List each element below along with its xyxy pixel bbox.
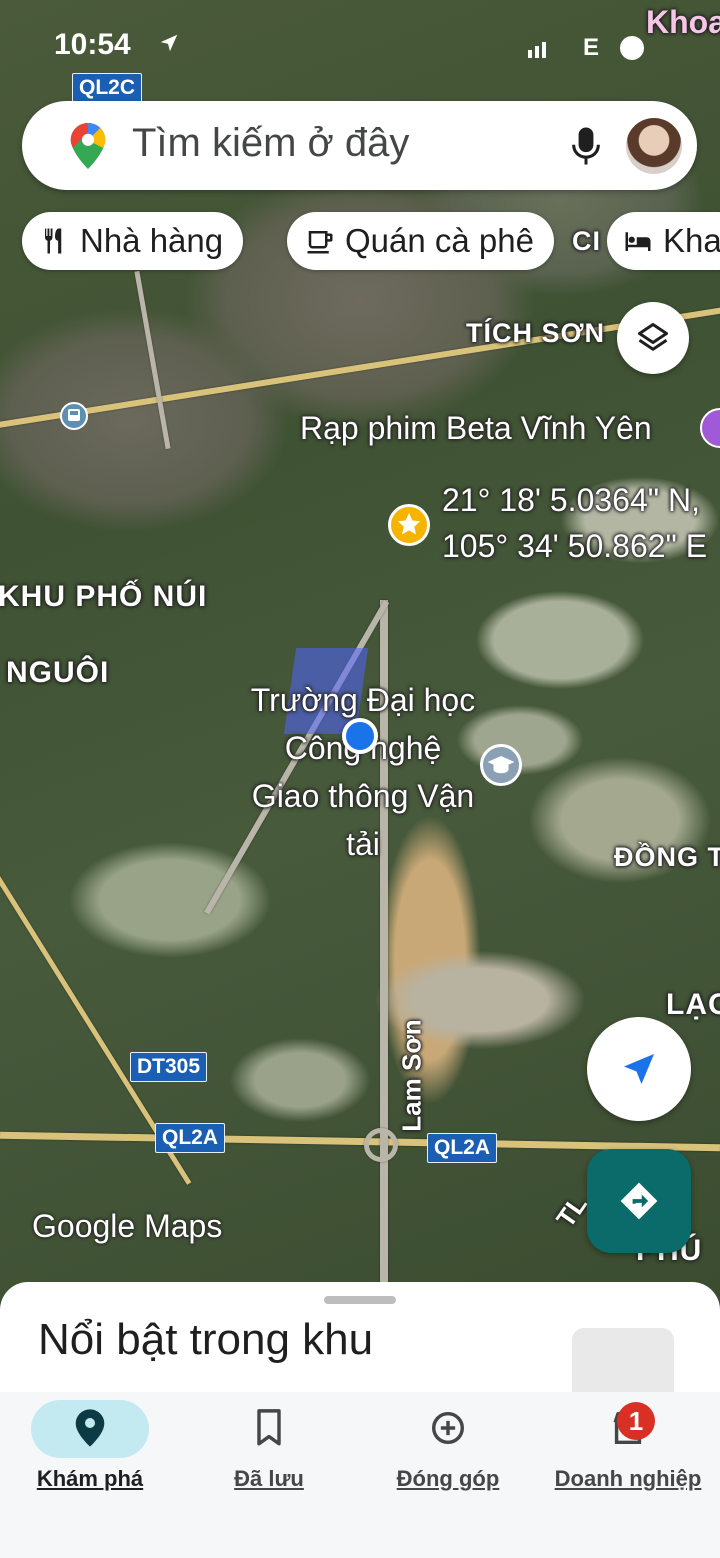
location-arrow-icon (160, 34, 178, 52)
fork-knife-icon (45, 228, 62, 254)
chip-restaurants[interactable]: Nhà hàng (22, 212, 244, 270)
nav-explore[interactable]: Khám phá (0, 1392, 180, 1512)
area-label-nguoi: NGUÔI (6, 656, 110, 689)
area-label-dong: ĐỒNG T (614, 842, 720, 872)
layers-icon (638, 323, 668, 351)
area-label-khu-pho-nui: KHU PHỐ NÚI (0, 580, 208, 613)
road-shield-dt305: DT305 (130, 1052, 208, 1082)
search-bar[interactable]: Tìm kiếm ở đây (22, 101, 697, 190)
road-shield-ql2a-east: QL2A (427, 1133, 498, 1163)
poi-label-cinema[interactable]: Rạp phim Beta Vĩnh Yên (300, 410, 652, 447)
roundabout (364, 1128, 398, 1162)
status-bar: 10:54 E (0, 28, 720, 70)
coffee-cup-icon (307, 231, 333, 254)
bottom-navigation: Khám phá Đã lưu Đóng góp Doanh nghiệp (0, 1392, 720, 1558)
nav-contribute-label: Đóng góp (396, 1466, 500, 1491)
sheet-drag-handle[interactable] (324, 1296, 396, 1304)
bed-icon (625, 232, 651, 251)
bookmark-icon (257, 1409, 281, 1446)
chip-hotels[interactable]: Kha (607, 212, 720, 270)
university-poi-icon[interactable] (480, 744, 522, 786)
road-north (134, 270, 171, 450)
add-circle-icon (432, 1412, 464, 1444)
sheet-title: Nổi bật trong khu vực (38, 1315, 374, 1402)
bus-stop-icon[interactable] (60, 402, 88, 430)
area-label-tich-son: TÍCH SƠN (466, 318, 606, 348)
my-location-dot (342, 718, 378, 754)
chip-restaurants-label: Nhà hàng (80, 222, 224, 259)
area-label-lac: LẠC (666, 988, 720, 1021)
signal-bars-icon (528, 40, 549, 58)
road-shield-ql2a-west: QL2A (155, 1123, 226, 1153)
search-input[interactable]: Tìm kiếm ở đây (132, 121, 409, 166)
microphone-icon[interactable] (571, 125, 601, 167)
bottom-sheet[interactable]: Nổi bật trong khu vực (0, 1282, 720, 1402)
layers-button[interactable] (617, 302, 689, 374)
poi-label-university[interactable]: Trường Đại học Công nghệ Giao thông Vận … (248, 676, 478, 868)
dropped-pin-star-icon[interactable] (388, 504, 430, 546)
dropped-pin-latitude: 21° 18' 5.0364" N, (442, 482, 700, 518)
nav-business-label: Doanh nghiệp (554, 1466, 702, 1491)
nav-explore-label: Khám phá (36, 1466, 144, 1491)
directions-icon (620, 1182, 658, 1220)
my-location-button[interactable] (587, 1017, 691, 1121)
battery-icon (620, 36, 644, 60)
explore-pin-icon (75, 1409, 105, 1447)
navigation-arrow-icon (624, 1054, 654, 1084)
status-time: 10:54 (54, 28, 131, 61)
sheet-thumbnail[interactable] (572, 1328, 674, 1402)
road-label-lam-son: Lam Sơn (396, 1019, 427, 1132)
notification-badge: 1 (617, 1402, 655, 1440)
chip-hotels-label: Kha (663, 222, 720, 259)
area-label-ci: CI (572, 226, 601, 256)
google-maps-watermark: Google Maps (32, 1208, 223, 1244)
google-maps-pin-icon (70, 123, 106, 169)
network-type: E (583, 34, 600, 61)
dropped-pin-longitude: 105° 34' 50.862" E (442, 528, 708, 564)
directions-button[interactable] (587, 1149, 691, 1253)
avatar[interactable] (626, 118, 682, 174)
nav-contribute[interactable]: Đóng góp (358, 1392, 538, 1512)
chip-coffee-label: Quán cà phê (345, 222, 534, 259)
cinema-poi-icon[interactable] (700, 408, 720, 448)
road-shield-ql2c: QL2C (72, 73, 143, 103)
chip-coffee[interactable]: Quán cà phê (287, 212, 554, 270)
nav-saved-label: Đã lưu (234, 1466, 304, 1491)
nav-saved[interactable]: Đã lưu (179, 1392, 359, 1512)
